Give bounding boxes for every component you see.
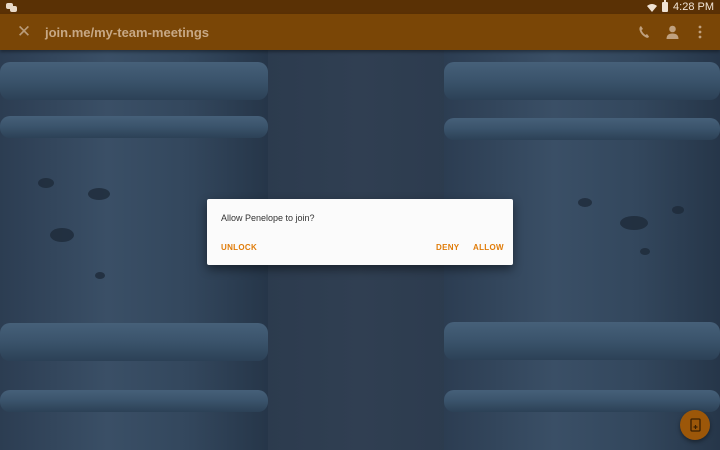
unlock-button[interactable]: UNLOCK [221,243,257,252]
allow-button[interactable]: ALLOW [473,243,504,252]
status-time: 4:28 PM [673,1,714,13]
dialog-message: Allow Penelope to join? [221,213,315,223]
more-vert-icon[interactable] [692,23,708,41]
close-icon[interactable]: ✕ [12,20,36,44]
phone-icon[interactable] [636,23,652,41]
battery-icon [662,0,669,12]
wifi-icon [647,3,658,12]
join-request-dialog: Allow Penelope to join? UNLOCK DENY ALLO… [207,199,513,265]
deny-button[interactable]: DENY [436,243,459,252]
browser-toolbar: ✕ join.me/my-team-meetings [0,14,720,50]
person-icon[interactable] [664,23,680,41]
floating-action-button[interactable] [680,410,710,440]
screen: 4:28 PM ✕ join.me/my-team-meetings Allow… [0,0,720,450]
document-icon [689,418,701,432]
status-bar: 4:28 PM [0,0,720,14]
page-url-title: join.me/my-team-meetings [45,24,209,40]
chat-bubbles-icon [6,2,18,12]
